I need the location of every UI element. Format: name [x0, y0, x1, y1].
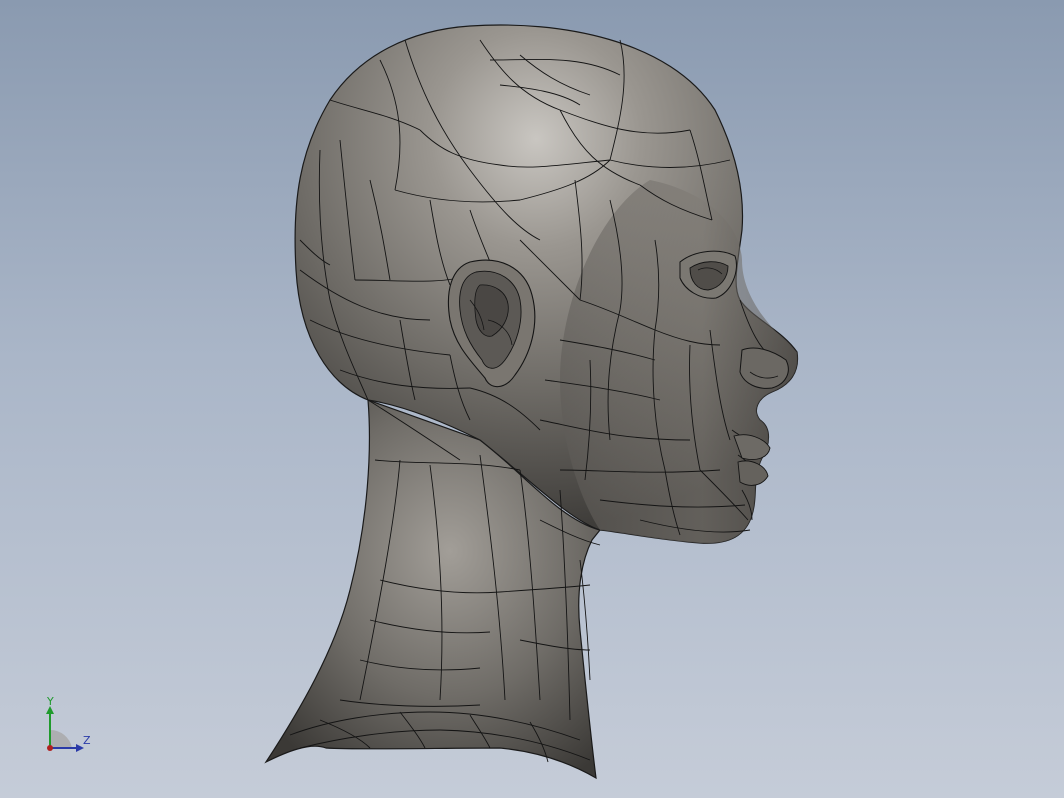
y-axis-label: Y	[47, 695, 54, 708]
graphics-viewport[interactable]: Y Z	[0, 0, 1064, 798]
head-model[interactable]	[0, 0, 1064, 798]
z-axis-label: Z	[83, 734, 91, 747]
triad-origin	[47, 745, 53, 751]
reference-triad: Y Z	[36, 694, 106, 760]
triad-plane-quadrant	[50, 729, 72, 748]
